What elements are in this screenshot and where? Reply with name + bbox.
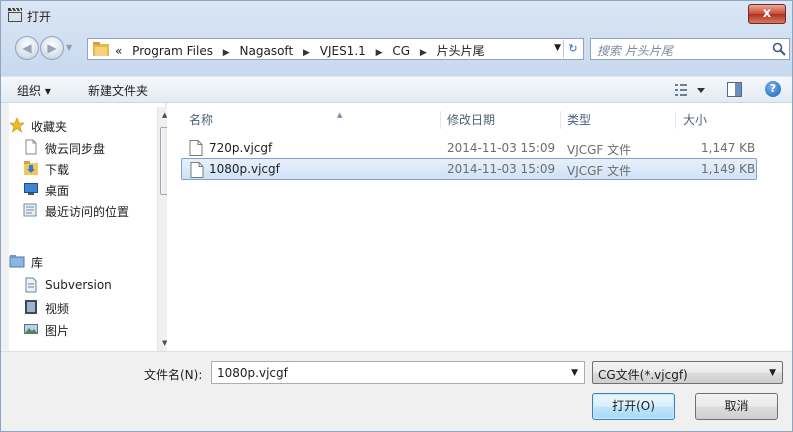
breadcrumb-separator-icon[interactable]: ▶	[303, 48, 310, 58]
file-date: 2014-11-03 15:09	[447, 162, 556, 176]
document-icon	[25, 277, 37, 293]
address-dropdown-icon[interactable]: ▼	[554, 43, 561, 53]
file-size: 1,147 KB	[701, 141, 756, 155]
forward-button[interactable]: ▶	[40, 36, 64, 60]
open-file-dialog: 打开 x ◀ ▶ ▼ « Program Files ▶ Nagasoft ▶ …	[0, 0, 793, 432]
breadcrumb-separator-icon[interactable]: ▶	[420, 48, 427, 58]
breadcrumb-separator-icon[interactable]: ▶	[376, 48, 383, 58]
window-title: 打开	[27, 10, 52, 24]
download-folder-icon	[24, 161, 38, 175]
column-header-date[interactable]: 修改日期	[447, 111, 495, 131]
breadcrumb-vjes[interactable]: VJES1.1	[320, 44, 366, 58]
navigation-pane: 收藏夹 微云同步盘 下载 桌面 最近访问的位置 库 Subversion 视频 …	[9, 103, 174, 351]
search-icon[interactable]	[771, 41, 787, 57]
sidebar-item-label: 最近访问的位置	[45, 205, 130, 219]
sidebar-item-label: 图片	[45, 324, 70, 338]
breadcrumb: « Program Files ▶ Nagasoft ▶ VJES1.1 ▶ C…	[115, 42, 485, 59]
sidebar-item-label: 微云同步盘	[45, 142, 106, 156]
command-toolbar: 组织 ▾ 新建文件夹 ?	[1, 77, 792, 103]
address-row: ◀ ▶ ▼ « Program Files ▶ Nagasoft ▶ VJES1…	[1, 33, 792, 63]
sidebar-item-label: 桌面	[45, 184, 70, 198]
file-icon	[190, 162, 204, 178]
filename-field[interactable]: 1080p.vjcgf ▼	[211, 361, 585, 384]
forward-arrow-icon: ▶	[47, 41, 57, 55]
breadcrumb-current[interactable]: 片头片尾	[437, 44, 485, 58]
file-list: 名称 ▲ 修改日期 类型 大小 720p.vjcgf 2014-11-03 15…	[167, 103, 792, 351]
breadcrumb-overflow[interactable]: «	[115, 44, 122, 58]
organize-menu-button[interactable]: 组织 ▾	[17, 82, 51, 99]
preview-pane-icon[interactable]	[727, 82, 742, 97]
file-type: VJCGF 文件	[567, 164, 632, 178]
document-icon	[25, 139, 37, 155]
chevron-down-icon: ▼	[769, 368, 776, 378]
library-icon	[9, 255, 25, 268]
column-header-size[interactable]: 大小	[683, 111, 707, 131]
file-type: VJCGF 文件	[567, 143, 632, 157]
breadcrumb-separator-icon[interactable]: ▶	[223, 48, 230, 58]
table-row[interactable]: 1080p.vjcgf 2014-11-03 15:09 VJCGF 文件 1,…	[181, 158, 757, 180]
video-icon	[25, 300, 37, 314]
cancel-button[interactable]: 取消	[695, 393, 778, 420]
file-type-value: CG文件(*.vjcgf)	[598, 368, 688, 382]
search-placeholder: 搜索 片头片尾	[597, 44, 673, 58]
breadcrumb-nagasoft[interactable]: Nagasoft	[240, 44, 294, 58]
sidebar-item-label: 视频	[45, 302, 70, 316]
column-header-label: 名称	[189, 113, 214, 127]
close-icon: x	[762, 6, 772, 21]
desktop-icon	[24, 183, 38, 195]
star-icon	[9, 117, 25, 133]
recent-pages-dropdown-icon[interactable]: ▼	[66, 43, 72, 52]
refresh-button[interactable]: ↻	[563, 40, 582, 58]
clapperboard-icon	[8, 7, 22, 22]
dialog-footer: 文件名(N): 1080p.vjcgf ▼ CG文件(*.vjcgf) ▼ 打开…	[1, 351, 792, 431]
address-bar[interactable]: « Program Files ▶ Nagasoft ▶ VJES1.1 ▶ C…	[87, 38, 584, 60]
file-type-select[interactable]: CG文件(*.vjcgf) ▼	[592, 361, 783, 384]
breadcrumb-program-files[interactable]: Program Files	[132, 44, 213, 58]
change-view-icon[interactable]	[673, 81, 713, 99]
table-row[interactable]: 720p.vjcgf 2014-11-03 15:09 VJCGF 文件 1,1…	[181, 137, 757, 159]
back-arrow-icon: ◀	[22, 41, 32, 55]
sidebar-item-label: Subversion	[45, 278, 112, 292]
filename-label: 文件名(N):	[144, 368, 203, 382]
search-input[interactable]: 搜索 片头片尾	[590, 38, 790, 60]
column-header-type[interactable]: 类型	[567, 111, 591, 131]
title-bar: 打开 x	[1, 1, 792, 31]
help-icon[interactable]: ?	[765, 81, 781, 97]
column-divider[interactable]	[675, 111, 676, 129]
file-name: 1080p.vjcgf	[209, 162, 280, 176]
file-name: 720p.vjcgf	[209, 141, 273, 155]
file-icon	[189, 140, 203, 156]
close-button[interactable]: x	[748, 4, 786, 24]
picture-icon	[24, 324, 38, 334]
file-size: 1,149 KB	[701, 162, 756, 176]
open-button[interactable]: 打开(O)	[592, 393, 675, 420]
column-divider[interactable]	[440, 111, 441, 129]
chevron-down-icon[interactable]: ▼	[571, 368, 578, 378]
breadcrumb-cg[interactable]: CG	[392, 44, 410, 58]
sidebar-item-label: 库	[31, 256, 44, 270]
filename-value: 1080p.vjcgf	[217, 366, 288, 380]
recent-places-icon	[23, 203, 37, 217]
column-header-name[interactable]: 名称 ▲	[189, 111, 342, 131]
column-divider[interactable]	[560, 111, 561, 129]
sidebar-item-label: 下载	[45, 163, 70, 177]
back-button[interactable]: ◀	[15, 36, 39, 60]
folder-icon	[93, 42, 109, 56]
sidebar-item-label: 收藏夹	[31, 120, 68, 134]
file-date: 2014-11-03 15:09	[447, 141, 556, 155]
sort-ascending-icon: ▲	[337, 111, 343, 119]
refresh-icon: ↻	[568, 42, 578, 55]
new-folder-button[interactable]: 新建文件夹	[88, 82, 148, 99]
